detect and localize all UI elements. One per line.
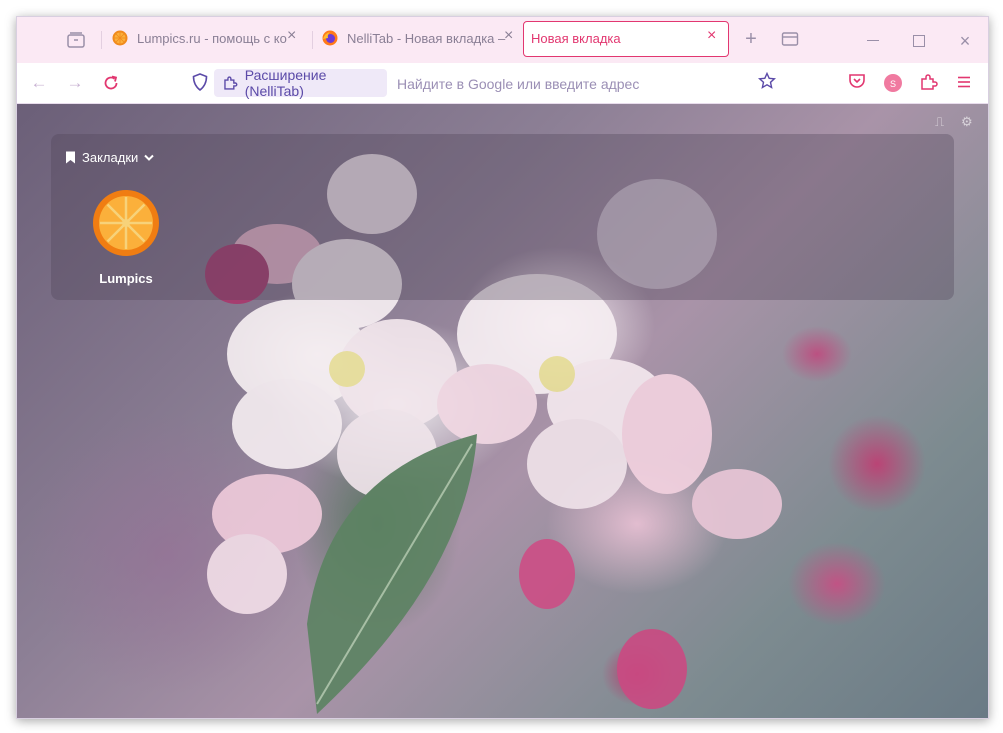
reload-icon (104, 75, 118, 90)
bookmarks-header-label: Закладки (82, 150, 139, 165)
star-icon (757, 71, 777, 89)
orange-slice-icon (93, 190, 159, 256)
tab-groups-button[interactable] (781, 31, 801, 51)
browser-window: Lumpics.ru - помощь с ком × NelliTab - Н… (16, 16, 989, 719)
arrow-right-icon: → (66, 73, 84, 92)
tab-label: Lumpics.ru - помощь с ком (137, 31, 287, 46)
extension-chip-label: Расширение (NelliTab) (244, 67, 327, 99)
tab-nellitab[interactable]: NelliTab - Новая вкладка – З × (317, 22, 517, 55)
pocket-icon (849, 74, 865, 88)
new-tab-button[interactable]: + (739, 28, 763, 52)
tab-new-tab[interactable]: Новая вкладка × (523, 21, 729, 57)
chevron-down-icon (144, 154, 154, 161)
bookmarks-folder-toggle[interactable]: Закладки (65, 150, 154, 165)
layout-toggle-icon: ⎍ (935, 114, 945, 129)
minimize-icon (867, 40, 879, 41)
gear-icon: ⚙ (961, 114, 973, 129)
url-input[interactable]: Найдите в Google или введите адрес (397, 76, 639, 92)
maximize-button[interactable] (909, 31, 929, 51)
tab-bar: Lumpics.ru - помощь с ком × NelliTab - Н… (17, 17, 988, 63)
account-button[interactable]: S (884, 74, 902, 92)
search-hide-button[interactable]: ⎍ (935, 114, 944, 130)
pocket-button[interactable] (848, 73, 868, 93)
close-tab-icon[interactable]: × (287, 27, 296, 45)
settings-button[interactable]: ⚙ (961, 114, 973, 130)
tab-label: NelliTab - Новая вкладка – З (347, 31, 507, 46)
shield-icon (192, 73, 208, 92)
tabs-list-icon (67, 32, 85, 48)
arrow-left-icon: ← (30, 73, 48, 92)
tab-separator (312, 31, 313, 49)
app-menu-button[interactable] (956, 74, 974, 92)
folder-icon (781, 32, 799, 46)
bookmarks-panel: Закладки Lumpics (51, 134, 954, 300)
puzzle-piece-icon (921, 74, 938, 90)
reload-button[interactable] (101, 73, 121, 93)
tracking-protection-button[interactable] (192, 73, 212, 93)
plus-icon: + (745, 28, 757, 50)
bookmark-label: Lumpics (99, 271, 153, 286)
tab-separator (101, 31, 102, 49)
minimize-button[interactable] (863, 31, 883, 51)
close-tab-icon[interactable]: × (504, 27, 513, 45)
extensions-button[interactable] (920, 73, 940, 93)
back-button[interactable]: ← (29, 73, 49, 93)
firefox-favicon-icon (322, 30, 338, 46)
new-tab-page: ⎍ ⚙ Закладки Lumpics (17, 104, 988, 718)
close-window-button[interactable]: × (955, 31, 975, 51)
tab-lumpics[interactable]: Lumpics.ru - помощь с ком × (107, 22, 307, 55)
navigation-bar: ← → Расширение (NelliTab) Найдите в Goog… (17, 63, 988, 104)
close-tab-icon[interactable]: × (707, 27, 716, 45)
tab-label: Новая вкладка (531, 31, 621, 46)
forward-button[interactable]: → (65, 73, 85, 93)
close-icon: × (959, 31, 971, 51)
bookmark-icon (66, 151, 75, 164)
maximize-icon (913, 35, 925, 47)
bookmark-tile[interactable]: Lumpics (91, 188, 161, 286)
tab-overview-button[interactable] (66, 30, 86, 50)
extension-identity-chip[interactable]: Расширение (NelliTab) (214, 67, 387, 99)
hamburger-menu-icon (958, 76, 970, 88)
orange-favicon-icon (112, 30, 128, 46)
account-badge-letter: S (889, 79, 896, 89)
bookmark-page-button[interactable] (757, 71, 778, 92)
puzzle-piece-icon (224, 76, 238, 90)
